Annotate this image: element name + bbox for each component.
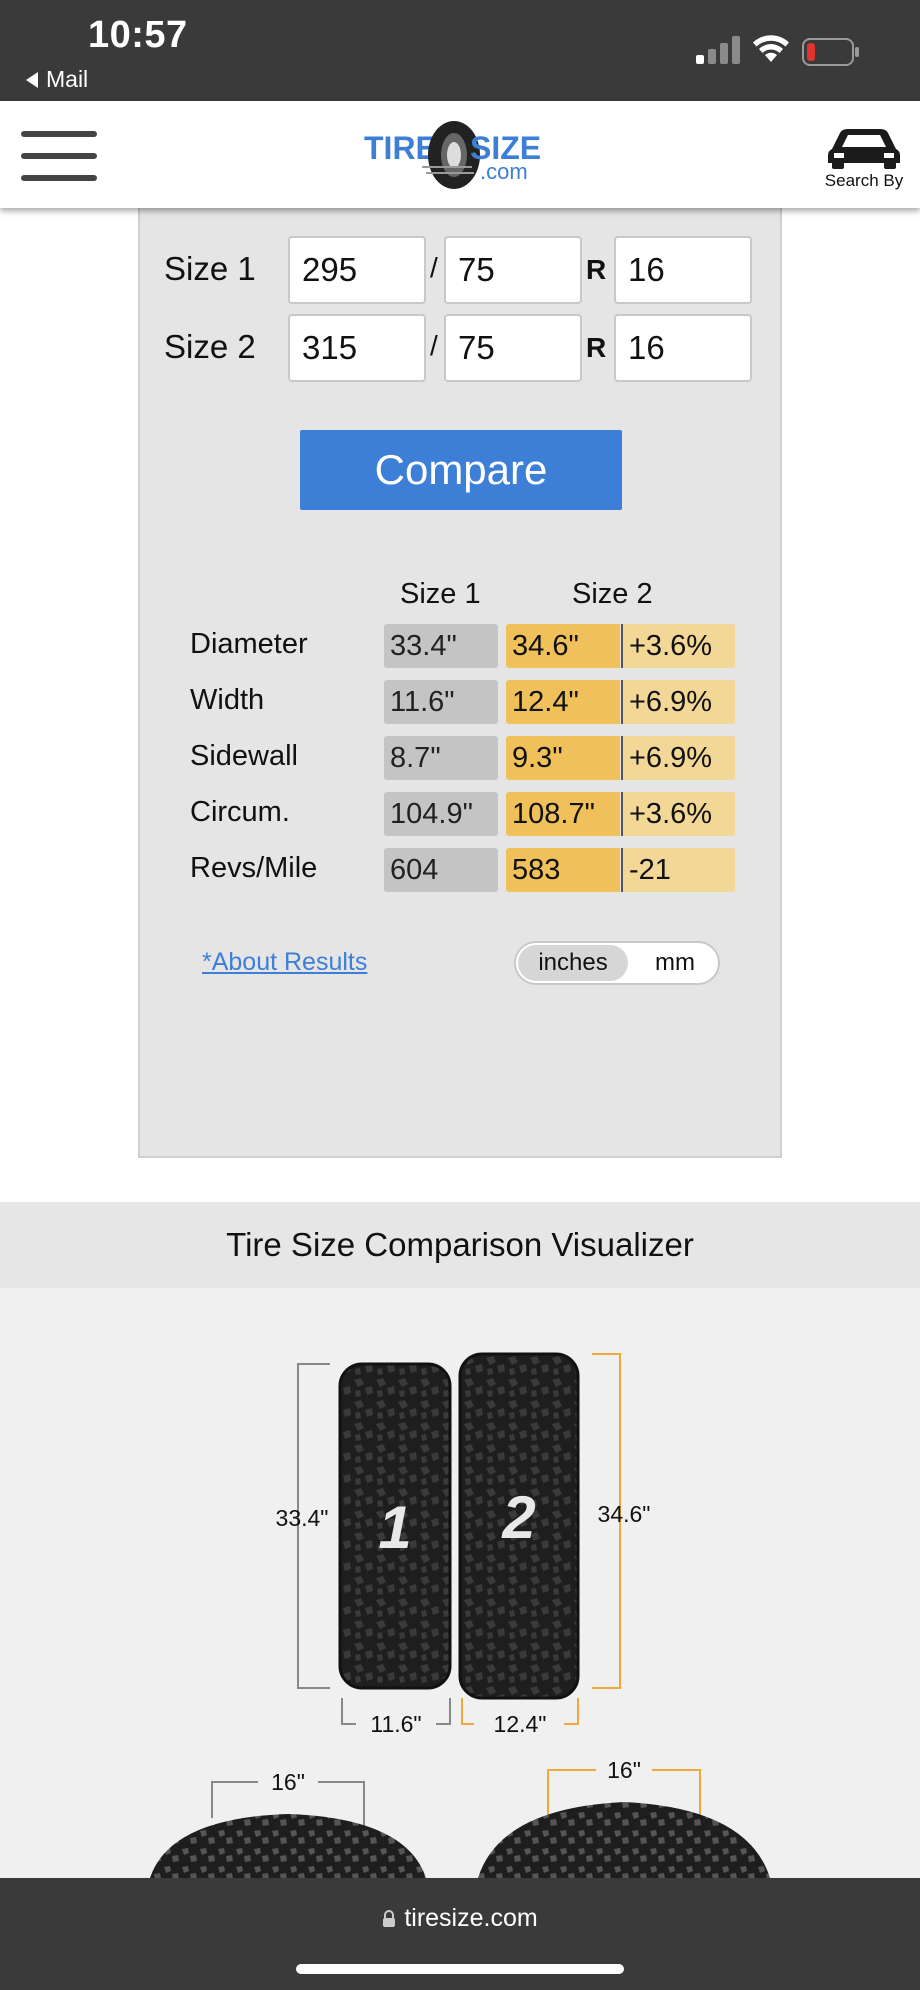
- size1-aspect-input[interactable]: 75: [444, 236, 582, 304]
- size1-width-input[interactable]: 295: [288, 236, 426, 304]
- calculator-panel: Size 1 295 / 75 R 16 Size 2 315 / 75 R 1…: [138, 208, 782, 1158]
- results-row-width: Width 11.6" 12.4" +6.9%: [140, 680, 784, 724]
- size1-separator: /: [430, 252, 438, 283]
- tire1-diameter-label: 33.4": [276, 1505, 329, 1531]
- result-size1-value: 604: [384, 848, 498, 892]
- result-size2-value: 12.4": [506, 680, 620, 724]
- result-size2-value: 108.7": [506, 792, 620, 836]
- tire1-number: 1: [378, 1494, 411, 1561]
- size2-separator: /: [430, 330, 438, 361]
- result-diff-value: -21: [621, 848, 735, 892]
- home-indicator[interactable]: [296, 1964, 624, 1974]
- lock-icon: [383, 1909, 396, 1927]
- size1-label: Size 1: [164, 250, 256, 287]
- tiresize-logo[interactable]: TIRE SIZE .com: [362, 121, 558, 191]
- result-label: Sidewall: [190, 740, 298, 772]
- result-diff-value: +3.6%: [621, 792, 735, 836]
- results-row-revs-per-mile: Revs/Mile 604 583 -21: [140, 848, 784, 892]
- search-by-label: Search By: [824, 171, 904, 190]
- hamburger-menu-icon[interactable]: [21, 131, 97, 181]
- result-label: Circum.: [190, 796, 290, 828]
- car-icon: [828, 129, 900, 169]
- unit-inches-option[interactable]: inches: [518, 945, 628, 981]
- results-row-sidewall: Sidewall 8.7" 9.3" +6.9%: [140, 736, 784, 780]
- result-size2-value: 34.6": [506, 624, 620, 668]
- status-bar: 10:57 Mail: [0, 0, 920, 101]
- back-arrow-icon: [26, 71, 38, 88]
- result-size2-value: 583: [506, 848, 620, 892]
- results-col2-header: Size 2: [572, 578, 653, 610]
- unit-mm-option[interactable]: mm: [634, 945, 716, 981]
- result-label: Width: [190, 684, 265, 716]
- result-size1-value: 33.4": [384, 624, 498, 668]
- result-diff-value: +6.9%: [621, 736, 735, 780]
- svg-text:.com: .com: [480, 159, 528, 184]
- signal-icon: [696, 36, 740, 64]
- result-size1-value: 8.7": [384, 736, 498, 780]
- results-row-diameter: Diameter 33.4" 34.6" +3.6%: [140, 624, 784, 668]
- address-bar[interactable]: tiresize.com: [0, 1904, 920, 1933]
- result-size2-value: 9.3": [506, 736, 620, 780]
- size2-construction: R: [586, 332, 607, 363]
- browser-bottom-bar: tiresize.com: [0, 1878, 920, 1990]
- size2-row: Size 2 315 / 75 R 16: [140, 314, 784, 384]
- url-text: tiresize.com: [404, 1904, 538, 1932]
- result-label: Diameter: [190, 628, 308, 660]
- search-by-button[interactable]: Search By: [818, 123, 910, 191]
- size1-rim-input[interactable]: 16: [614, 236, 752, 304]
- tire2-diameter-label: 34.6": [598, 1501, 651, 1527]
- tire1-side-view: [150, 1814, 426, 1878]
- size2-width-input[interactable]: 315: [288, 314, 426, 382]
- unit-toggle[interactable]: inches mm: [514, 941, 720, 985]
- size2-aspect-input[interactable]: 75: [444, 314, 582, 382]
- battery-low-icon: [802, 38, 859, 66]
- size2-label: Size 2: [164, 328, 256, 365]
- rim2-label: 16": [607, 1757, 641, 1783]
- visualizer-area: 33.4" 1 2 34.6" 11.6" 12.4" 16" 16": [0, 1288, 920, 1878]
- wifi-icon: [753, 35, 789, 62]
- result-diff-value: +6.9%: [621, 680, 735, 724]
- about-results-link[interactable]: *About Results: [202, 948, 367, 977]
- back-app-label: Mail: [46, 66, 89, 92]
- results-col1-header: Size 1: [400, 578, 481, 610]
- tire1-width-label: 11.6": [370, 1711, 421, 1737]
- tire2-width-label: 12.4": [494, 1711, 547, 1737]
- tire2-number: 2: [501, 1484, 535, 1551]
- result-label: Revs/Mile: [190, 852, 318, 884]
- tire2-side-view: [478, 1802, 770, 1878]
- result-size1-value: 104.9": [384, 792, 498, 836]
- status-time: 10:57: [88, 14, 188, 56]
- site-header: TIRE SIZE .com Search By: [0, 101, 920, 208]
- result-size1-value: 11.6": [384, 680, 498, 724]
- tire-comparison-graphic: 33.4" 1 2 34.6" 11.6" 12.4" 16" 16": [150, 1352, 770, 1878]
- back-to-app-button[interactable]: Mail: [26, 66, 88, 93]
- result-diff-value: +3.6%: [621, 624, 735, 668]
- results-row-circumference: Circum. 104.9" 108.7" +3.6%: [140, 792, 784, 836]
- compare-button[interactable]: Compare: [300, 430, 622, 510]
- visualizer-title: Tire Size Comparison Visualizer: [0, 1202, 920, 1288]
- size2-rim-input[interactable]: 16: [614, 314, 752, 382]
- svg-text:TIRE: TIRE: [364, 130, 437, 166]
- rim1-label: 16": [271, 1769, 305, 1795]
- size1-construction: R: [586, 254, 607, 285]
- size1-row: Size 1 295 / 75 R 16: [140, 236, 784, 306]
